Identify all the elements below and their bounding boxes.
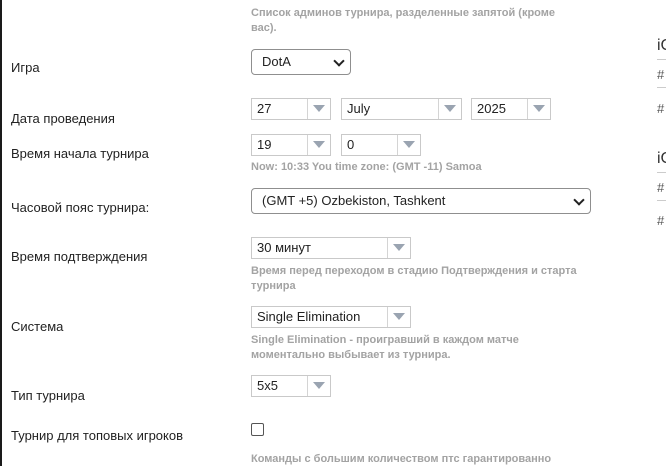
confirm-label: Время подтверждения bbox=[11, 249, 148, 264]
date-day-select[interactable]: 27 bbox=[251, 98, 331, 120]
right-block2-title: iC bbox=[657, 150, 666, 167]
game-select[interactable]: DotA bbox=[251, 49, 351, 75]
right-block1-row2: # bbox=[657, 101, 665, 116]
top-players-hint: Команды с большим количеством птс гарант… bbox=[251, 453, 552, 465]
confirm-select[interactable]: 30 минут bbox=[251, 237, 411, 259]
confirm-hint: Время перед переходом в стадию Подтвержд… bbox=[251, 265, 577, 292]
system-hint: Single Elimination - проигравший в каждо… bbox=[251, 334, 519, 361]
date-year-select[interactable]: 2025 bbox=[471, 98, 551, 120]
dropdown-arrow-icon bbox=[387, 238, 410, 258]
date-day-value: 27 bbox=[257, 101, 272, 116]
right-block2-row2: # bbox=[657, 213, 665, 228]
date-month-select[interactable]: July bbox=[341, 98, 462, 120]
dropdown-arrow-icon bbox=[438, 99, 461, 119]
start-minute-value: 0 bbox=[347, 137, 355, 152]
type-select[interactable]: 5x5 bbox=[251, 375, 331, 397]
game-select-value: DotA bbox=[262, 54, 291, 69]
start-hour-value: 19 bbox=[257, 137, 272, 152]
dropdown-arrow-icon bbox=[387, 307, 410, 327]
start-hour-select[interactable]: 19 bbox=[251, 134, 331, 156]
start-minute-select[interactable]: 0 bbox=[341, 134, 421, 156]
divider bbox=[657, 87, 666, 88]
start-time-hint: Now: 10:33 You time zone: (GMT -11) Samo… bbox=[251, 161, 482, 173]
chevron-down-icon bbox=[333, 55, 345, 67]
system-select-value: Single Elimination bbox=[257, 309, 361, 324]
dropdown-arrow-icon bbox=[307, 99, 330, 119]
start-time-label: Время начала турнира bbox=[11, 146, 149, 161]
divider bbox=[657, 59, 666, 60]
chevron-down-icon bbox=[573, 194, 585, 206]
date-month-value: July bbox=[347, 101, 371, 116]
right-block1-row1: # bbox=[657, 67, 665, 82]
game-label: Игра bbox=[11, 60, 40, 75]
timezone-select-value: (GMT +5) Ozbekiston, Tashkent bbox=[262, 193, 446, 208]
system-label: Система bbox=[11, 319, 64, 334]
type-select-value: 5x5 bbox=[257, 378, 278, 393]
timezone-label: Часовой пояс турнира: bbox=[11, 200, 150, 215]
date-year-value: 2025 bbox=[477, 101, 506, 116]
system-select[interactable]: Single Elimination bbox=[251, 306, 411, 328]
right-block2-row1: # bbox=[657, 180, 665, 195]
timezone-select[interactable]: (GMT +5) Ozbekiston, Tashkent bbox=[251, 188, 591, 214]
divider bbox=[657, 200, 666, 201]
top-players-label: Турнир для топовых игроков bbox=[11, 428, 184, 443]
admins-hint: Список админов турнира, разделенные запя… bbox=[251, 7, 555, 34]
divider bbox=[657, 172, 666, 173]
type-label: Тип турнира bbox=[11, 388, 85, 403]
dropdown-arrow-icon bbox=[397, 135, 420, 155]
right-block1-title: iC bbox=[657, 37, 666, 54]
left-border bbox=[0, 0, 2, 466]
date-label: Дата проведения bbox=[11, 111, 115, 126]
top-players-checkbox[interactable] bbox=[251, 423, 264, 436]
dropdown-arrow-icon bbox=[527, 99, 550, 119]
dropdown-arrow-icon bbox=[307, 135, 330, 155]
confirm-select-value: 30 минут bbox=[257, 240, 311, 255]
dropdown-arrow-icon bbox=[307, 376, 330, 396]
